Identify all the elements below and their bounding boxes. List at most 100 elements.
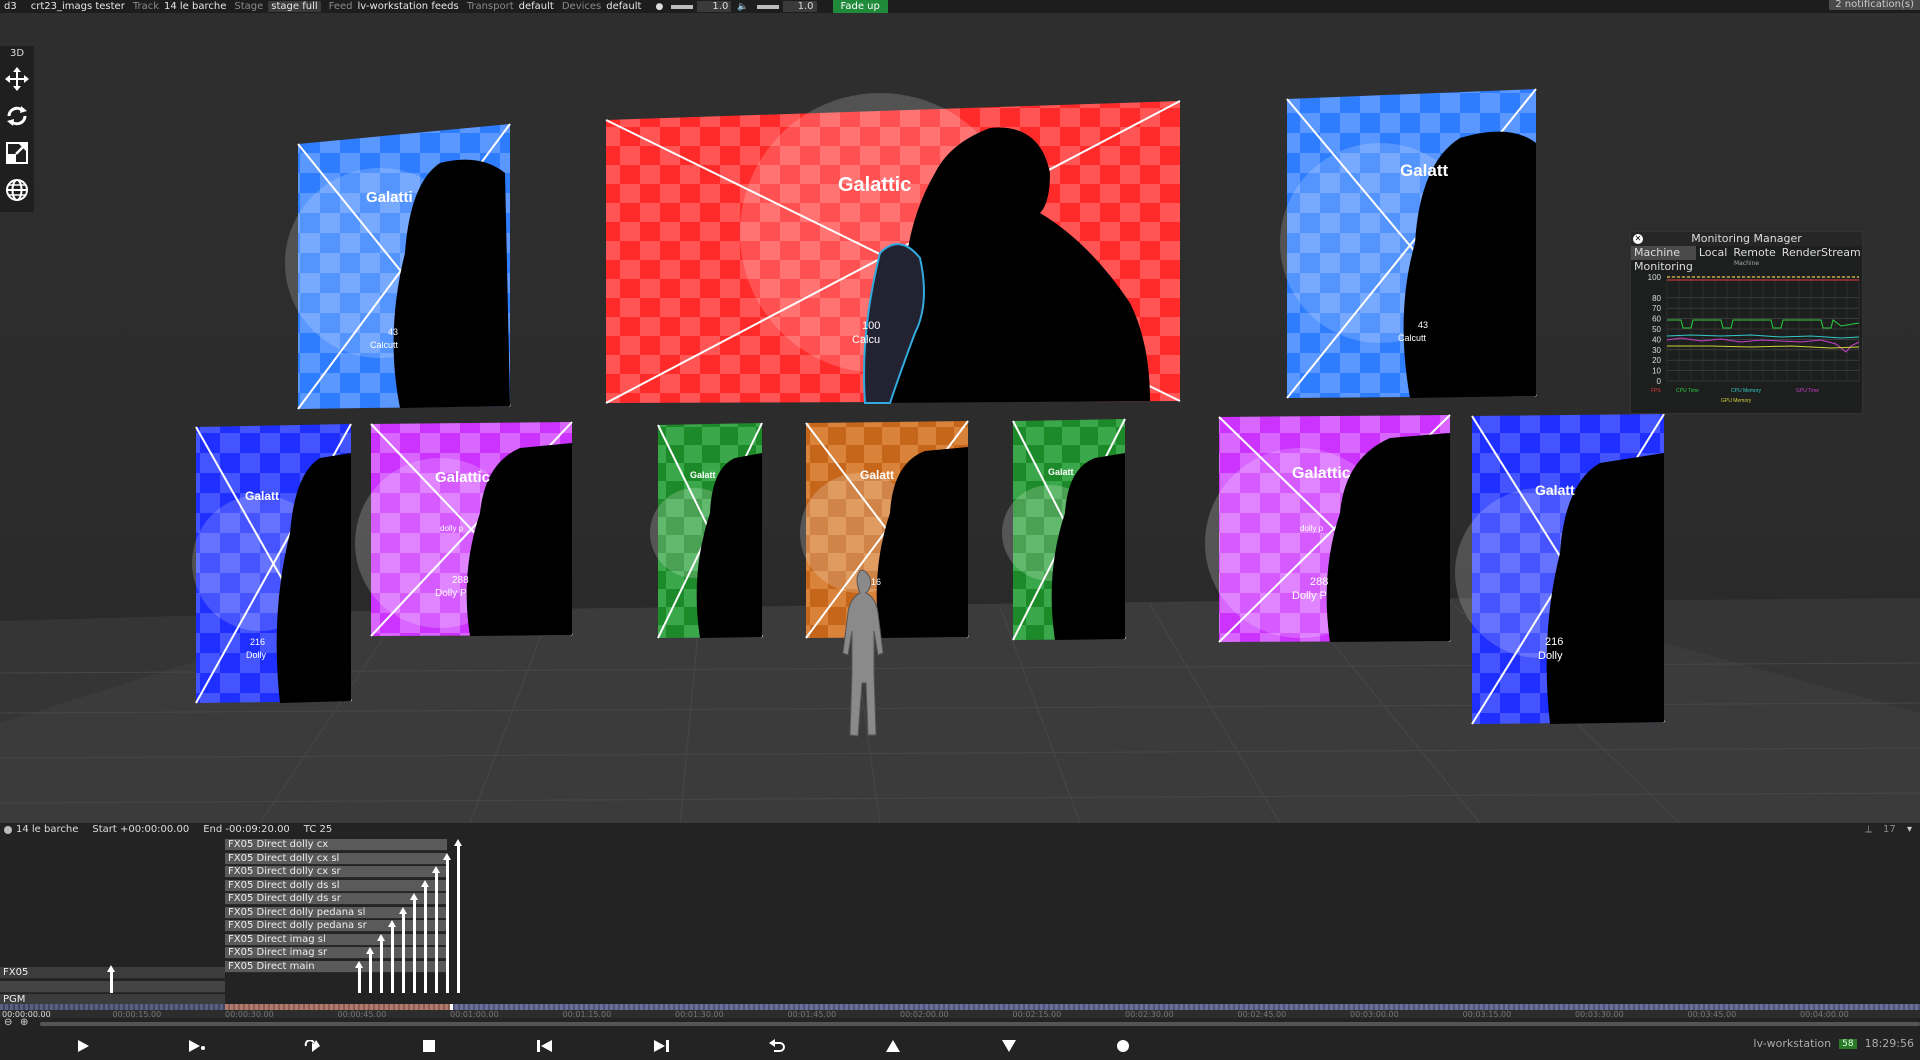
project-name[interactable]: crt23_imags tester — [31, 1, 125, 12]
ruler-tick: 00:01:15.00 — [562, 1010, 612, 1019]
volume-slider[interactable] — [756, 4, 779, 9]
fx05-marker-arrow — [107, 965, 115, 993]
previous-section-icon[interactable] — [536, 1038, 554, 1054]
timeline-ruler[interactable]: 00:00:00.00 00:00:15.00 00:00:30.00 00:00:4… — [0, 1004, 1920, 1019]
play-icon[interactable] — [74, 1038, 92, 1054]
globe-icon[interactable] — [0, 171, 34, 208]
ruler-tick: 00:03:45.00 — [1687, 1010, 1737, 1019]
zoom-in-icon[interactable]: ⊕ — [20, 1017, 28, 1028]
svg-text:Galatt: Galatt — [245, 489, 279, 503]
timeline-layer[interactable]: FX05 Direct dolly cx sl — [225, 852, 447, 865]
dolly-screen-cx-sr[interactable]: Galatt — [1002, 418, 1126, 641]
tab-local[interactable]: Local — [1696, 246, 1731, 260]
monitor-y-tick: 10 — [1652, 367, 1661, 376]
svg-text:Galatt: Galatt — [1535, 482, 1575, 498]
cursor-icon[interactable]: ⟂ — [1865, 824, 1872, 835]
record-icon[interactable] — [1114, 1038, 1132, 1054]
feed-value[interactable]: lv-workstation feeds — [358, 1, 459, 12]
timeline-layer[interactable]: FX05 Direct dolly cx sr — [225, 866, 447, 878]
top-bar: d3 crt23_imags tester Track 14 le barche… — [0, 0, 1920, 13]
upper-left-led-screen[interactable]: Galatti 43 Calcutt — [285, 123, 511, 410]
ruler-tick: 00:04:00.00 — [1800, 1010, 1849, 1019]
devices-label: Devices — [561, 1, 602, 12]
tab-machine-monitoring[interactable]: Machine Monitoring — [1631, 246, 1696, 273]
dolly-screen-cx[interactable]: Galatt 216 — [800, 420, 969, 639]
loop-section-icon[interactable] — [304, 1038, 322, 1054]
ruler-tick: 00:00:15.00 — [112, 1010, 162, 1019]
monitoring-manager-title[interactable]: ✕ Monitoring Manager — [1631, 232, 1862, 246]
brightness-slider[interactable] — [671, 4, 694, 9]
tab-remote[interactable]: Remote — [1730, 246, 1778, 260]
return-icon[interactable] — [768, 1038, 786, 1054]
timeline-scrollbar[interactable]: ⊖ ⊕ — [0, 1017, 1920, 1029]
scale-icon[interactable] — [0, 134, 34, 171]
dolly-screen-sl-far[interactable]: Galatt 216 Dolly — [192, 423, 352, 704]
view-mode-label[interactable]: 3D — [0, 46, 34, 60]
machine-name: lv-workstation — [1753, 1037, 1832, 1050]
svg-text:GPU Time: GPU Time — [1796, 388, 1819, 394]
timeline-panel: 14 le barche Start +00:00:00.00 End -00:… — [0, 823, 1920, 1060]
svg-text:Galatt: Galatt — [860, 468, 894, 482]
notifications-badge[interactable]: 2 notification(s) — [1829, 0, 1920, 10]
svg-text:Calcutt: Calcutt — [1398, 333, 1427, 343]
machine-monitoring-chart: 100 8070 605040 3020 100 FPS CPU Time CPU Me… — [1648, 273, 1860, 404]
tab-renderstream[interactable]: RenderStream — [1779, 246, 1864, 260]
transport-controls — [0, 1033, 1920, 1060]
stage-viewport[interactable]: Galattic 100 Calcu Galatti 43 Calcutt Ga… — [0, 13, 1920, 823]
stop-icon[interactable] — [420, 1038, 438, 1054]
brightness-value[interactable]: 1.0 — [697, 1, 732, 12]
dolly-screen-sr[interactable]: Galattic dolly p 288 Dolly P — [1205, 414, 1451, 643]
layer-marker-arrow — [421, 879, 429, 993]
ruler-tick: 00:01:00.00 — [450, 1010, 499, 1019]
devices-value[interactable]: default — [606, 1, 641, 12]
svg-text:Galatt: Galatt — [1048, 467, 1074, 477]
down-icon[interactable] — [1000, 1038, 1018, 1054]
layer-marker-arrow — [432, 866, 440, 993]
close-icon[interactable]: ✕ — [1633, 234, 1643, 244]
main-screen-title: Galattic — [838, 174, 911, 196]
dolly-screen-sl[interactable]: Galattic dolly p 288 Dolly P — [355, 421, 573, 637]
ruler-tick: 00:03:30.00 — [1575, 1010, 1624, 1019]
up-icon[interactable] — [884, 1038, 902, 1054]
feed-label: Feed — [328, 1, 353, 12]
rotate-icon[interactable] — [0, 97, 34, 134]
monitor-y-tick: 20 — [1652, 356, 1661, 365]
timeline-menu-icon[interactable]: ▾ — [1907, 824, 1912, 835]
upper-right-led-screen[interactable]: Galatt 43 Calcutt — [1280, 88, 1537, 399]
track-label: Track — [132, 1, 159, 12]
move-icon[interactable] — [0, 60, 34, 97]
layer-marker-arrow — [410, 893, 418, 993]
viewport-toolbar: 3D — [0, 46, 34, 212]
timeline-layer[interactable]: FX05 Direct dolly cx — [225, 839, 447, 851]
dolly-screen-cx-sl[interactable]: Galatt — [650, 422, 763, 639]
monitoring-manager-panel: ✕ Monitoring Manager Machine Monitoring … — [1630, 231, 1863, 414]
layer-marker-arrow — [366, 947, 374, 993]
volume-value[interactable]: 1.0 — [782, 1, 817, 12]
monitor-y-tick: 80 — [1652, 294, 1661, 303]
svg-text:Dolly P: Dolly P — [435, 588, 467, 599]
layer-marker-arrow — [355, 960, 363, 993]
status-bar: lv-workstation 58 18:29:56 — [1753, 1037, 1920, 1050]
transport-label: Transport — [466, 1, 514, 12]
monitor-y-tick: 40 — [1652, 335, 1661, 344]
track-info-icon[interactable] — [4, 825, 12, 834]
play-to-end-icon[interactable] — [188, 1038, 206, 1054]
scrollbar-thumb[interactable] — [40, 1022, 1920, 1026]
svg-text:dolly p: dolly p — [1300, 524, 1324, 533]
zoom-out-icon[interactable]: ⊖ — [4, 1017, 12, 1028]
timeline-end: End -00:09:20.00 — [203, 824, 290, 835]
layer-marker-arrow — [454, 839, 462, 993]
svg-text:100: 100 — [862, 320, 880, 332]
ruler-tick: 00:03:00.00 — [1350, 1010, 1399, 1019]
svg-text:216: 216 — [250, 637, 265, 647]
timeline-track-name[interactable]: 14 le barche — [16, 824, 78, 835]
transport-value[interactable]: default — [519, 1, 554, 12]
main-led-screen[interactable]: Galattic 100 Calcu — [605, 93, 1181, 404]
next-section-icon[interactable] — [652, 1038, 670, 1054]
monitor-y-tick: 50 — [1652, 325, 1661, 334]
stage-value[interactable]: stage full — [268, 1, 321, 12]
fade-up-button[interactable]: Fade up — [832, 0, 888, 13]
timeline-layer[interactable]: FX05 Direct dolly ds sl — [225, 879, 447, 892]
dolly-screen-sr-far[interactable]: Galatt 216 Dolly — [1455, 413, 1665, 725]
track-value[interactable]: 14 le barche — [164, 1, 226, 12]
